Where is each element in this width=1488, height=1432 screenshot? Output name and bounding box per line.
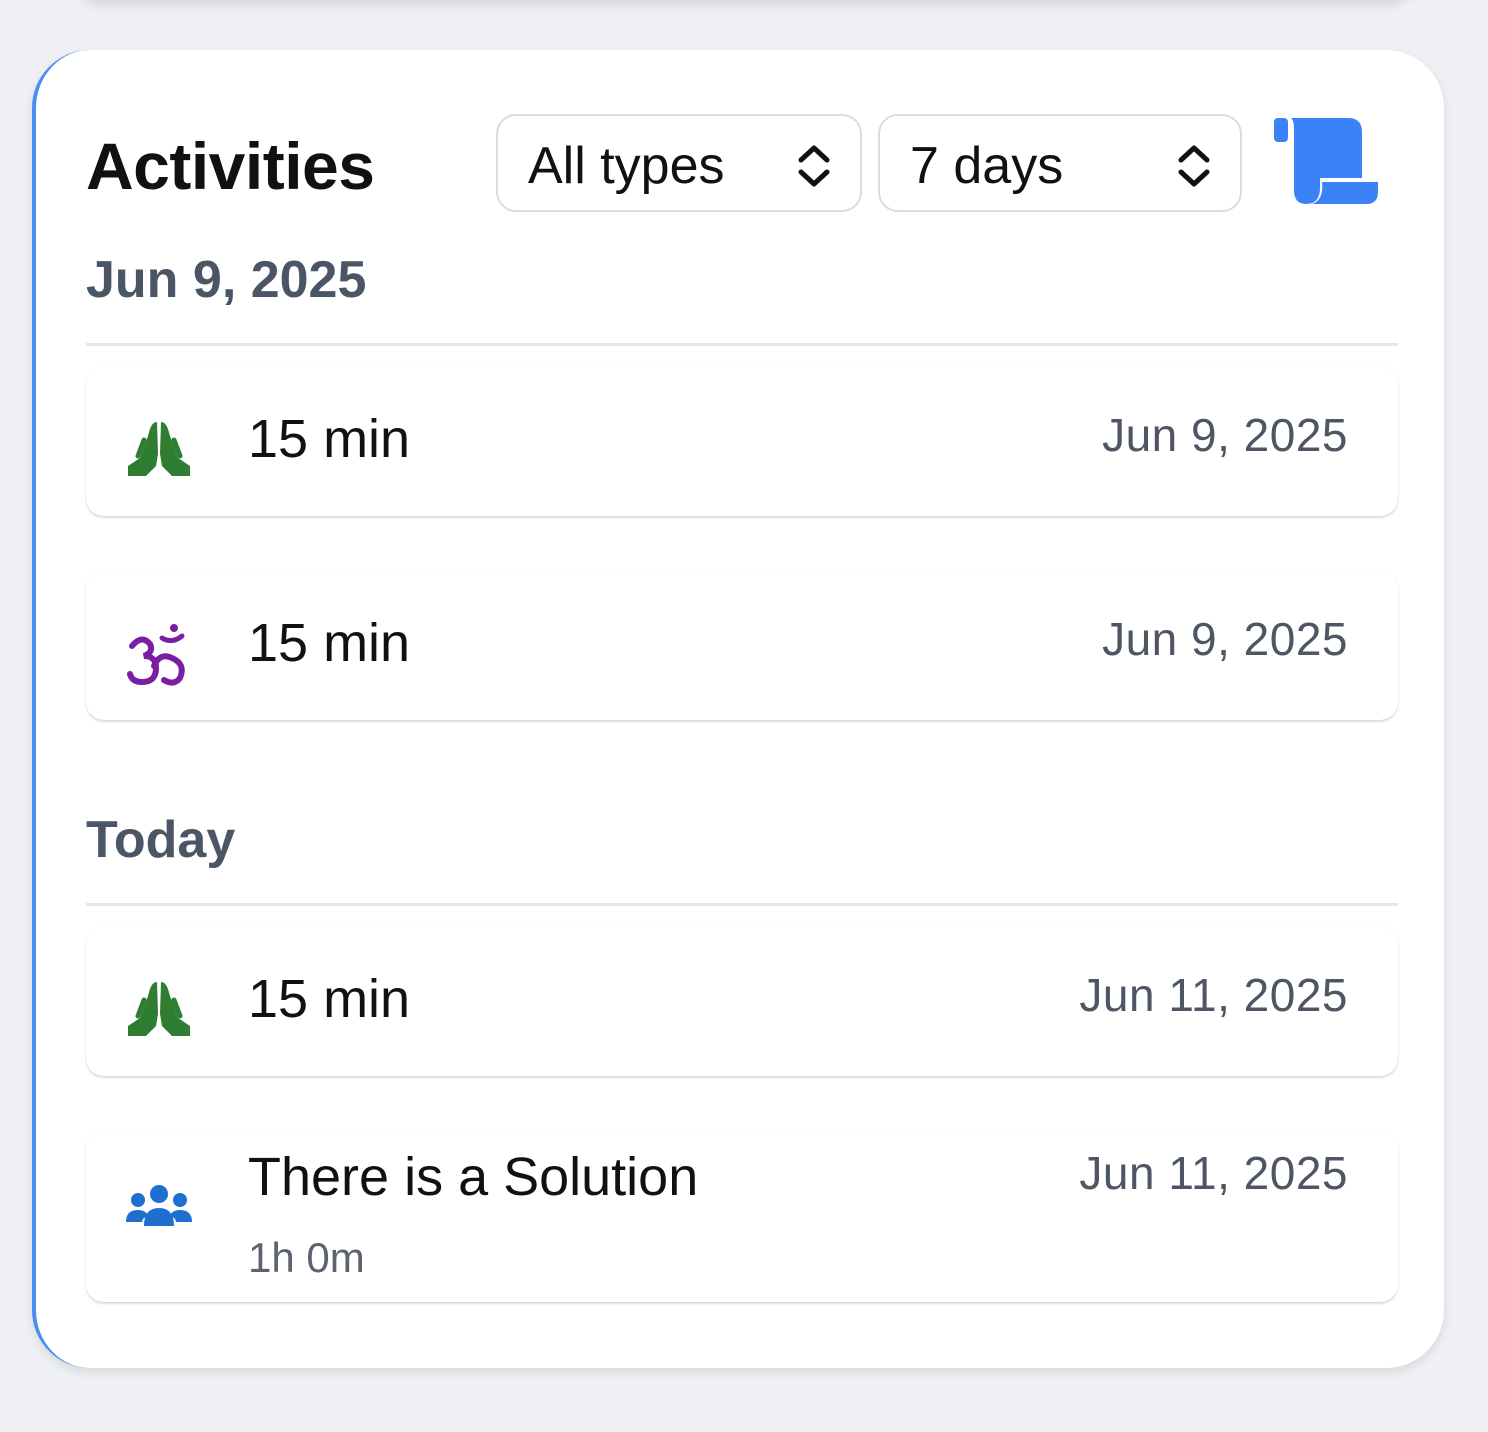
range-filter-select[interactable]: 7 days: [878, 114, 1242, 212]
activity-label: There is a Solution: [248, 1147, 699, 1207]
type-filter-value: All types: [528, 137, 725, 195]
om-symbol-icon: [127, 624, 185, 686]
activity-label: 15 min: [248, 613, 411, 673]
activity-date: Jun 11, 2025: [1079, 969, 1348, 1021]
activities-card: Activities All types 7 days Jun 9, 2025 …: [32, 50, 1444, 1368]
section-heading: Jun 9, 2025: [86, 251, 367, 309]
praying-hands-icon: [128, 982, 190, 1036]
activity-label: 15 min: [248, 409, 411, 469]
activity-duration: 1h 0m: [248, 1234, 365, 1281]
range-filter-value: 7 days: [910, 137, 1064, 195]
section-divider: [86, 343, 1398, 346]
section-divider: [86, 903, 1398, 906]
activity-item[interactable]: There is a Solution 1h 0m Jun 11, 2025: [86, 1130, 1398, 1302]
activity-date: Jun 9, 2025: [1102, 409, 1348, 461]
chevron-up-down-icon: [1178, 145, 1210, 187]
activity-date: Jun 11, 2025: [1079, 1147, 1348, 1199]
group-icon: [126, 1185, 192, 1226]
section-heading: Today: [86, 811, 236, 869]
praying-hands-icon: [128, 422, 190, 476]
activity-label: 15 min: [248, 969, 411, 1029]
activity-item[interactable]: 15 min Jun 9, 2025: [86, 366, 1398, 516]
activity-item[interactable]: 15 min Jun 9, 2025: [86, 570, 1398, 720]
activity-item[interactable]: 15 min Jun 11, 2025: [86, 926, 1398, 1076]
activity-date: Jun 9, 2025: [1102, 613, 1348, 665]
scroll-icon[interactable]: [1270, 116, 1382, 208]
type-filter-select[interactable]: All types: [496, 114, 862, 212]
page-title: Activities: [86, 129, 375, 203]
chevron-up-down-icon: [798, 145, 830, 187]
